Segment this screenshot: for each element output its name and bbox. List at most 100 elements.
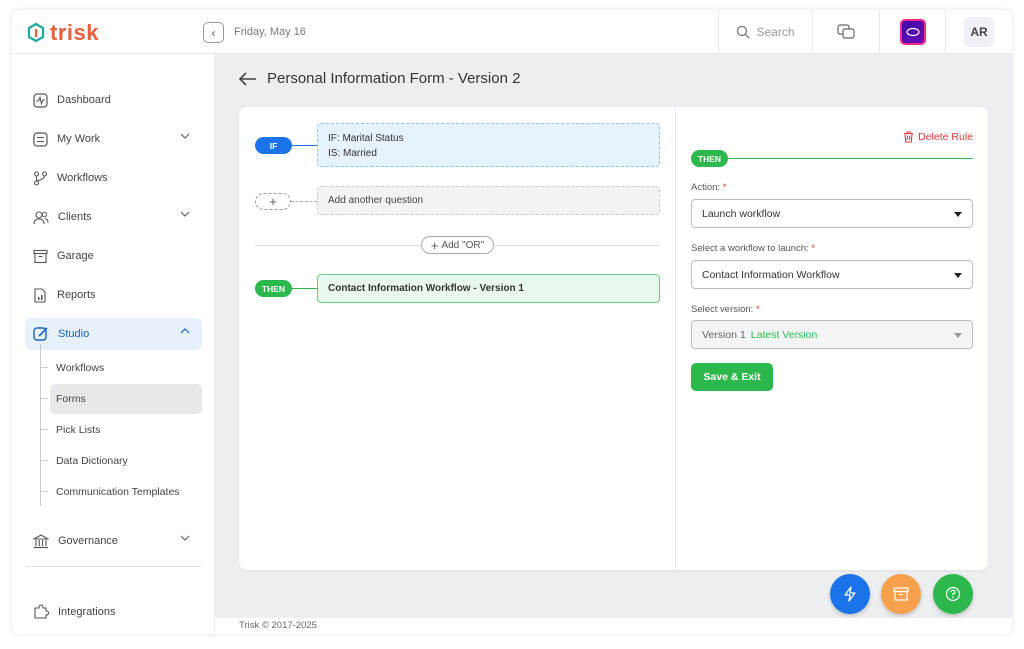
- search-button[interactable]: Search: [718, 10, 812, 54]
- save-exit-button[interactable]: Save & Exit: [691, 363, 773, 391]
- workflows-icon: [33, 170, 48, 186]
- integrations-icon: [34, 604, 49, 619]
- card-divider: [675, 107, 676, 570]
- archive-icon: [893, 587, 909, 601]
- plus-icon: +: [269, 194, 277, 209]
- add-question-plus-button[interactable]: +: [255, 193, 291, 210]
- sidebar-item-my-work[interactable]: My Work: [25, 123, 202, 155]
- page-title: Personal Information Form - Version 2: [267, 70, 521, 87]
- search-icon: [737, 25, 750, 39]
- sidebar: Dashboard My Work Workflows Clients Gara…: [12, 54, 215, 634]
- current-date: Friday, May 16: [234, 26, 306, 38]
- chevron-down-icon: [180, 133, 190, 139]
- version-select[interactable]: Version 1 Latest Version: [691, 320, 973, 349]
- studio-sub-pick-lists[interactable]: Pick Lists: [40, 415, 202, 445]
- latest-version-tag: Latest Version: [750, 328, 818, 341]
- sidebar-item-workflows[interactable]: Workflows: [25, 162, 202, 194]
- sidebar-item-label: Reports: [57, 289, 96, 301]
- sidebar-item-label: Governance: [58, 535, 118, 547]
- workflow-select-value: Contact Information Workflow: [702, 268, 840, 281]
- workflow-label: Select a workflow to launch: *: [691, 243, 816, 254]
- clients-icon: [33, 210, 49, 224]
- then-connector: [292, 288, 317, 289]
- action-select[interactable]: Launch workflow: [691, 199, 973, 228]
- action-select-value: Launch workflow: [702, 207, 781, 220]
- studio-sub-communication-templates[interactable]: Communication Templates: [40, 477, 202, 507]
- messages-button[interactable]: [812, 10, 879, 54]
- governance-icon: [33, 533, 49, 548]
- sidebar-item-label: Garage: [57, 250, 94, 262]
- back-arrow-icon[interactable]: [239, 71, 257, 86]
- action-panel: Delete Rule THEN Action: * Launch workfl…: [691, 107, 973, 570]
- sidebar-item-studio[interactable]: Studio: [25, 318, 202, 350]
- bolt-icon: [844, 586, 856, 602]
- sidebar-item-reports[interactable]: Reports: [25, 279, 202, 311]
- caret-down-icon: [954, 212, 962, 217]
- sub-item-label: Communication Templates: [56, 486, 180, 498]
- trisk-logo-icon: [27, 22, 45, 43]
- help-button[interactable]: [933, 574, 973, 614]
- search-label: Search: [756, 25, 795, 39]
- sidebar-item-garage[interactable]: Garage: [25, 240, 202, 272]
- action-label: Action: *: [691, 182, 727, 193]
- panel-then-pill: THEN: [691, 150, 728, 167]
- main-content: Personal Information Form - Version 2 IF…: [215, 54, 1012, 634]
- dashboard-icon: [33, 92, 48, 108]
- if-pill: IF: [255, 137, 292, 154]
- add-or-button[interactable]: + Add "OR": [421, 236, 494, 254]
- sidebar-item-label: My Work: [57, 133, 101, 145]
- top-actions: Search AR: [718, 10, 1012, 54]
- then-action-box[interactable]: Contact Information Workflow - Version 1: [317, 274, 660, 303]
- sidebar-item-integrations[interactable]: Integrations: [25, 596, 202, 628]
- condition-box[interactable]: IF: Marital Status IS: Married: [317, 123, 660, 167]
- quick-action-button[interactable]: [830, 574, 870, 614]
- plus-icon: +: [430, 237, 439, 253]
- reports-icon: [34, 287, 46, 303]
- logo-text: trisk: [50, 20, 99, 45]
- help-icon: [945, 586, 961, 602]
- sidebar-item-clients[interactable]: Clients: [25, 201, 202, 233]
- collapse-sidebar-button[interactable]: ‹: [203, 22, 224, 43]
- top-bar: trisk ‹ Friday, May 16 Search AR: [12, 10, 1012, 54]
- workflow-select[interactable]: Contact Information Workflow: [691, 260, 973, 289]
- trash-icon: [904, 131, 914, 143]
- footer: Trisk © 2017-2025: [215, 618, 1012, 634]
- rule-editor-card: IF IF: Marital Status IS: Married + Add …: [239, 107, 988, 570]
- app-badge-icon: [899, 19, 926, 45]
- sidebar-item-label: Clients: [58, 211, 92, 223]
- avatar: AR: [964, 17, 994, 47]
- studio-sub-data-dictionary[interactable]: Data Dictionary: [40, 446, 202, 476]
- add-question-button[interactable]: Add another question: [317, 186, 660, 215]
- chevron-left-icon: ‹: [211, 25, 216, 40]
- app-switcher-button[interactable]: [879, 10, 945, 54]
- if-connector: [292, 145, 317, 146]
- sub-item-label: Data Dictionary: [56, 455, 128, 467]
- then-rule-line: [691, 158, 973, 159]
- chevron-up-icon: [180, 328, 190, 334]
- version-select-value: Version 1: [702, 328, 746, 341]
- my-work-icon: [33, 131, 48, 147]
- delete-rule-label: Delete Rule: [918, 131, 973, 143]
- chat-icon: [837, 24, 855, 39]
- studio-sub-workflows[interactable]: Workflows: [40, 353, 202, 383]
- chevron-down-icon: [180, 211, 190, 217]
- logo[interactable]: trisk: [26, 20, 99, 46]
- sub-item-label: Workflows: [56, 362, 105, 374]
- caret-down-icon: [954, 273, 962, 278]
- sidebar-divider: [25, 566, 201, 567]
- user-menu-button[interactable]: AR: [945, 10, 1012, 54]
- sidebar-item-governance[interactable]: Governance: [25, 525, 202, 557]
- studio-sub-forms[interactable]: Forms: [40, 384, 202, 414]
- sub-item-label: Pick Lists: [56, 424, 101, 436]
- sidebar-item-label: Workflows: [57, 172, 108, 184]
- sidebar-item-label: Dashboard: [57, 94, 111, 106]
- condition-question: IF: Marital Status: [328, 133, 404, 144]
- archive-button[interactable]: [881, 574, 921, 614]
- chevron-down-icon: [180, 535, 190, 541]
- add-or-label: Add "OR": [441, 239, 485, 251]
- delete-rule-button[interactable]: Delete Rule: [903, 131, 973, 143]
- sidebar-item-dashboard[interactable]: Dashboard: [25, 84, 202, 116]
- sub-item-label: Forms: [56, 393, 86, 405]
- add-connector: [291, 201, 317, 202]
- sidebar-item-label: Integrations: [58, 606, 116, 618]
